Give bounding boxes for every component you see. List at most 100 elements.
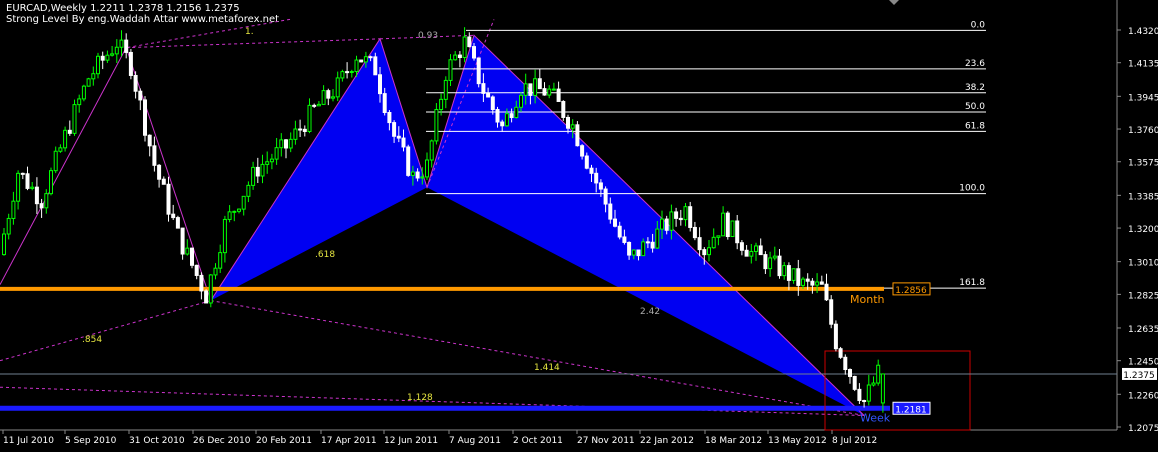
candle-bull xyxy=(514,106,519,119)
candle-bull xyxy=(363,56,368,63)
price-axis-label: 1.2260 xyxy=(1128,391,1158,401)
candle-bear xyxy=(796,268,801,286)
candle-bull xyxy=(707,247,711,256)
candle-bull xyxy=(782,265,787,277)
current-price-label: 1.2375 xyxy=(1123,371,1155,381)
candle-bull xyxy=(49,170,53,195)
candle-bear xyxy=(725,212,730,238)
candle-bull xyxy=(754,245,758,252)
pattern-ratio-label: 1. xyxy=(245,27,254,37)
candle-bear xyxy=(457,54,462,59)
candle-bull xyxy=(768,257,773,270)
candle-bear xyxy=(284,139,288,149)
candle-bear xyxy=(819,281,824,285)
time-axis-label: 22 Jan 2012 xyxy=(640,436,694,446)
candle-bull xyxy=(429,140,434,161)
month-level-label: Month xyxy=(850,293,885,306)
candle-bull xyxy=(523,83,528,96)
candle-bull xyxy=(30,186,35,189)
time-axis-label: 20 Feb 2011 xyxy=(256,436,312,446)
candle-bear xyxy=(810,280,815,286)
candle-bull xyxy=(44,193,49,209)
candle-bull xyxy=(246,184,251,197)
price-axis-label: 1.4320 xyxy=(1128,27,1158,37)
candle-bear xyxy=(702,249,707,256)
candle-bull xyxy=(6,217,11,235)
candle-bear xyxy=(528,83,533,96)
candle-bear xyxy=(495,108,500,123)
time-axis-label: 5 Sep 2010 xyxy=(65,436,117,446)
price-axis-label: 1.2075 xyxy=(1128,424,1158,434)
fib-level-label: 23.6 xyxy=(965,59,985,69)
candle-bear xyxy=(138,90,143,101)
candle-bull xyxy=(749,250,754,257)
candle-bull xyxy=(801,278,805,286)
candle-bull xyxy=(504,113,509,127)
candle-bear xyxy=(556,88,561,102)
candle-bull xyxy=(439,98,444,111)
candle-bull xyxy=(307,104,312,132)
candle-bear xyxy=(664,218,669,231)
pattern-ratio-label: 2.42 xyxy=(640,307,660,317)
candle-bear xyxy=(561,100,566,118)
candle-bear xyxy=(786,265,791,281)
candle-bull xyxy=(96,55,100,75)
candle-bear xyxy=(650,241,655,249)
candle-bear xyxy=(157,164,162,180)
candle-bull xyxy=(669,211,674,231)
candle-bear xyxy=(255,166,260,177)
pattern-ratio-label: 1.414 xyxy=(534,363,560,373)
candle-bull xyxy=(279,139,284,149)
candle-bull xyxy=(791,268,796,281)
week-level-value: 1.2181 xyxy=(895,405,927,415)
candle-bear xyxy=(467,36,472,48)
candle-bear xyxy=(852,375,857,390)
candle-bear xyxy=(838,348,843,358)
candle-bull xyxy=(660,218,664,230)
price-axis-label: 1.3385 xyxy=(1128,192,1158,202)
candle-bear xyxy=(204,290,209,304)
candle-bull xyxy=(81,85,86,100)
candle-bull xyxy=(871,382,876,386)
candle-bull xyxy=(227,211,232,220)
candle-bear xyxy=(326,90,331,99)
candle-bear xyxy=(805,278,810,282)
candle-bear xyxy=(143,99,147,136)
price-axis-label: 1.3200 xyxy=(1128,225,1158,235)
candle-bull xyxy=(293,128,298,140)
candle-bull xyxy=(58,147,63,152)
price-chart[interactable]: 1. 0.93 .618 .854 2.42 1.414 1.128 0.0 23.6 38.2 5… xyxy=(0,0,1158,452)
candle-bull xyxy=(213,267,218,276)
candle-bear xyxy=(617,225,622,238)
candle-bull xyxy=(53,150,58,172)
candle-bull xyxy=(110,53,115,56)
candle-bear xyxy=(490,96,495,110)
candle-bull xyxy=(570,124,575,129)
candle-bear xyxy=(39,203,44,209)
candle-bear xyxy=(312,104,317,107)
candle-bear xyxy=(744,249,749,257)
candle-bull xyxy=(232,210,237,213)
candle-bear xyxy=(603,188,608,205)
candle-bear xyxy=(758,245,763,256)
candle-bear xyxy=(180,227,185,255)
candle-bear xyxy=(396,135,401,139)
candle-bear xyxy=(171,213,176,219)
time-axis-label: 17 Apr 2011 xyxy=(321,436,377,446)
candle-bull xyxy=(119,39,124,48)
pattern-ratio-label: .854 xyxy=(82,335,102,345)
week-level-label: Week xyxy=(860,411,891,424)
candle-bear xyxy=(476,57,481,85)
candle-bear xyxy=(763,254,768,270)
candle-bull xyxy=(711,236,716,249)
candle-bear xyxy=(824,283,829,301)
candle-bear xyxy=(580,145,585,157)
candle-bull xyxy=(519,94,523,108)
candle-bull xyxy=(11,200,16,219)
candle-bull xyxy=(815,281,820,286)
candle-bull xyxy=(77,98,82,106)
price-axis-label: 1.2450 xyxy=(1128,358,1158,368)
candle-bull xyxy=(237,208,241,212)
candle-bear xyxy=(862,400,867,403)
fib-level-label: 0.0 xyxy=(971,20,986,30)
